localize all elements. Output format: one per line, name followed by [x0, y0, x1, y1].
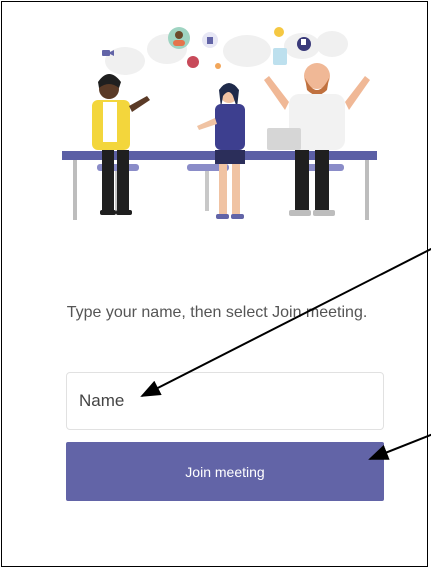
join-instruction: Type your name, then select Join meeting…	[66, 304, 368, 321]
meeting-illustration	[62, 27, 377, 220]
person-bearded	[264, 63, 370, 216]
chair-base	[205, 171, 209, 211]
dot	[215, 63, 221, 69]
speech-bubble	[316, 31, 348, 57]
table-leg	[73, 160, 77, 220]
avatar-icon	[297, 37, 311, 51]
table-leg	[365, 160, 369, 220]
speech-bubble	[105, 47, 145, 75]
emoji-icon	[274, 27, 284, 37]
speech-bubble	[223, 35, 271, 67]
person-yellow-jacket	[92, 74, 150, 215]
avatar-icon	[168, 27, 190, 49]
video-camera-icon	[102, 50, 114, 56]
teams-join-screen: Type your name, then select Join meeting…	[1, 1, 431, 567]
thumbs-up-icon	[202, 32, 218, 48]
document-icon	[273, 48, 287, 65]
avatar-icon	[187, 56, 199, 68]
join-meeting-button[interactable]: Join meeting	[66, 442, 384, 501]
name-input[interactable]	[66, 372, 384, 430]
